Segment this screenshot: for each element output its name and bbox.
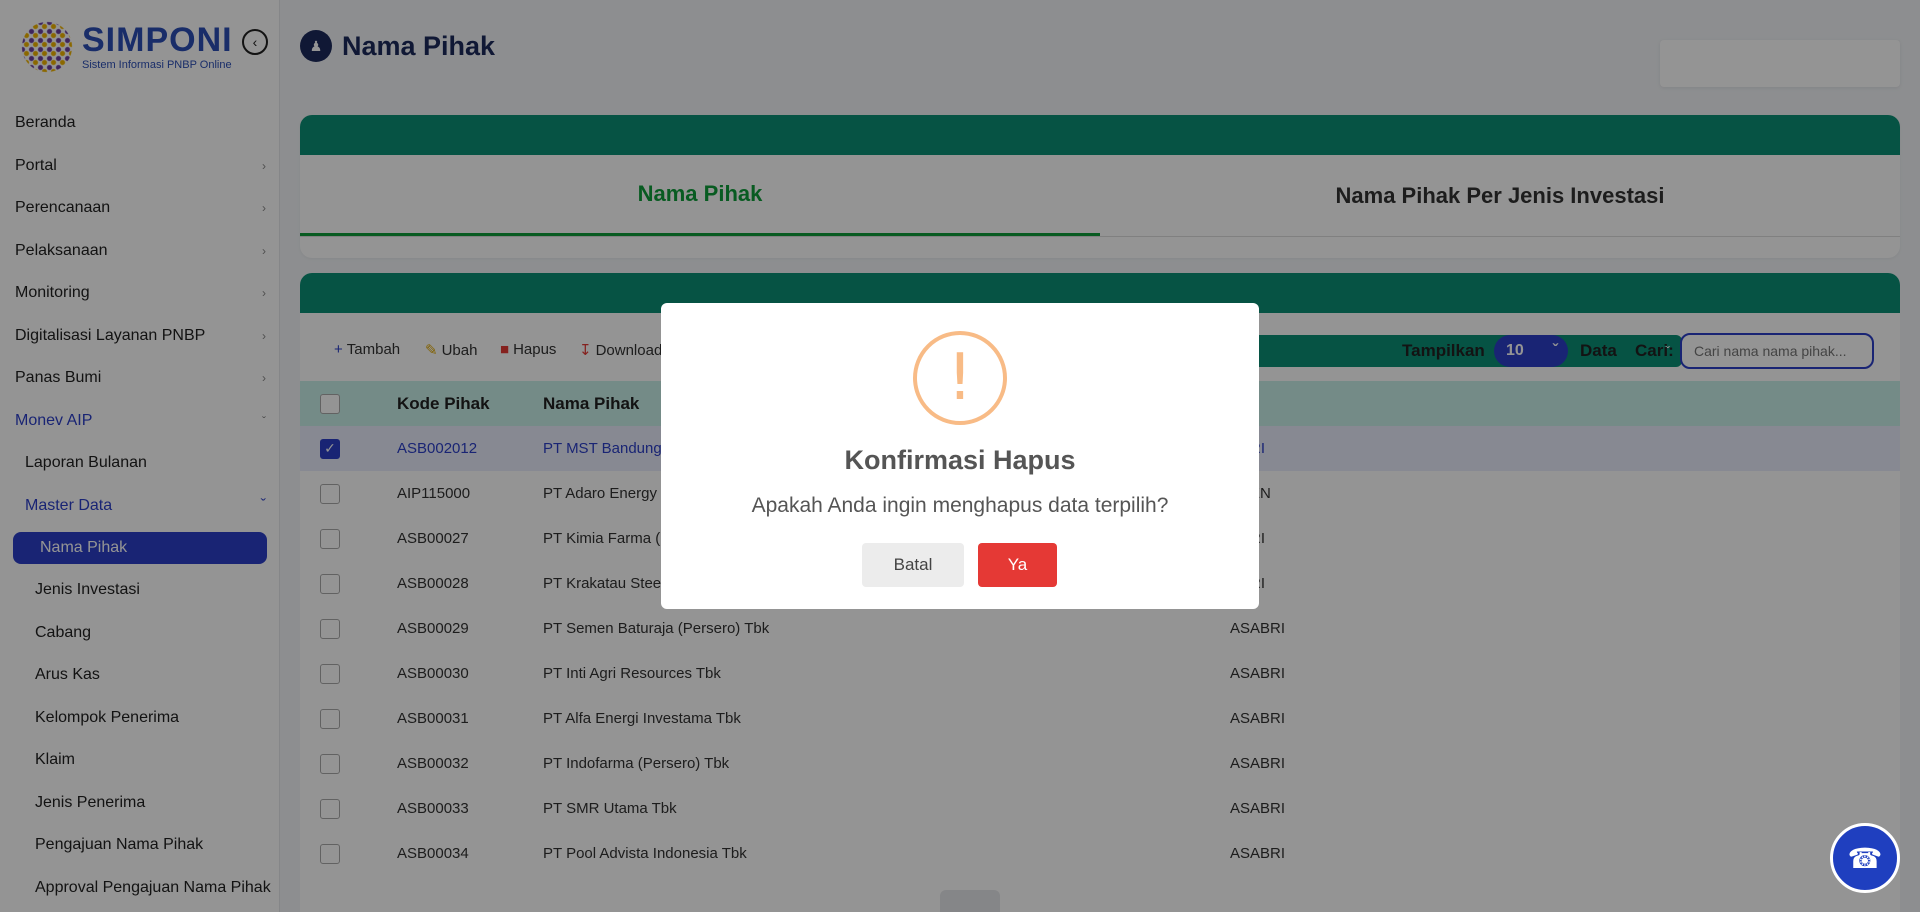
dialog-message: Apakah Anda ingin menghapus data terpili… [751, 494, 1169, 517]
cancel-button[interactable]: Batal [862, 543, 964, 587]
help-headset-icon[interactable]: ☎ [1830, 823, 1900, 893]
confirm-button[interactable]: Ya [978, 543, 1057, 587]
confirm-delete-dialog: ! Konfirmasi Hapus Apakah Anda ingin men… [661, 303, 1259, 609]
warning-icon: ! [913, 331, 1007, 425]
dialog-title: Konfirmasi Hapus [844, 445, 1076, 475]
